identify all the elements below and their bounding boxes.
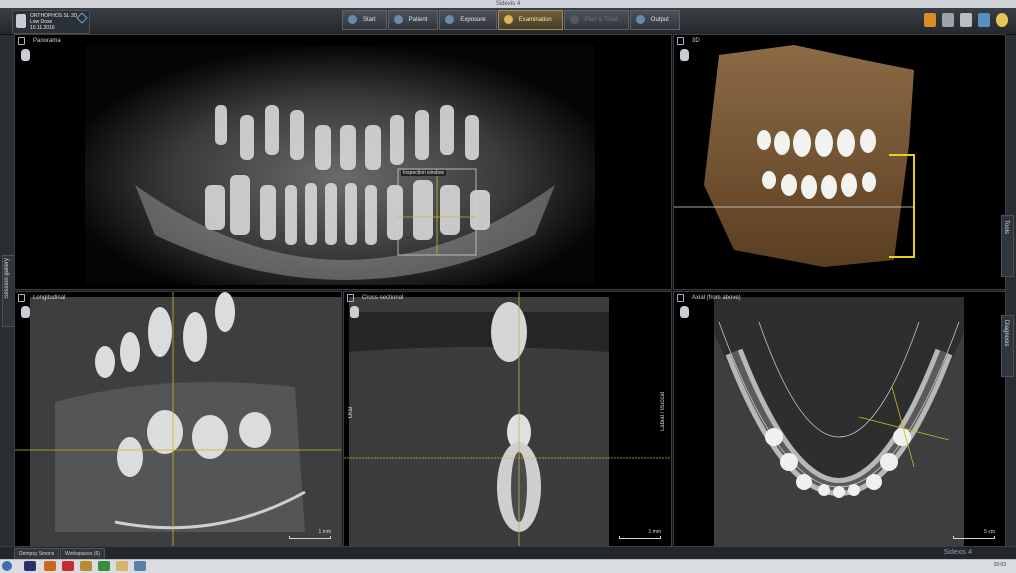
panel-menu-icon[interactable] — [677, 294, 684, 302]
3d-view[interactable]: 3D — [673, 34, 1006, 290]
taskbar-app-icon[interactable] — [134, 561, 146, 571]
longitudinal-image — [15, 292, 341, 547]
patient-icon — [393, 15, 403, 24]
taskbar-app-icon[interactable] — [98, 561, 110, 571]
taskbar-app-icon[interactable] — [116, 561, 128, 571]
3d-render — [674, 45, 915, 267]
start-icon — [348, 15, 357, 24]
toolbar-actions — [924, 13, 1008, 27]
scale-label: 1 mm — [648, 529, 662, 535]
head-orientation-icon — [680, 49, 689, 61]
panorama-view[interactable]: Panorama Inspection window — [14, 34, 672, 290]
panel-title-3d: 3D — [692, 38, 700, 44]
workflow-step-label: Output — [650, 17, 669, 23]
windows-start-icon[interactable] — [2, 561, 12, 571]
workflow-step-label: Plan & Treat — [584, 17, 618, 23]
window-title: Sidexis 4 — [0, 0, 1016, 8]
trash-icon[interactable] — [960, 13, 972, 27]
brand-label: Sidexis 4 — [943, 549, 972, 556]
clock: 15:03 — [993, 562, 1006, 568]
examination-icon — [503, 15, 513, 24]
cross-sectional-image — [344, 292, 671, 547]
os-taskbar: 15:03 — [0, 559, 1016, 573]
panel-title-panorama: Panorama — [33, 38, 61, 44]
taskbar-app-icon[interactable] — [62, 561, 74, 571]
inspection-window-label: Inspection window — [401, 170, 446, 176]
patient-card[interactable]: ORTHOPHOS SL 3D Low Dose 10.11.2016 — [12, 10, 90, 34]
head-orientation-icon — [21, 306, 30, 318]
patient-avatar-icon — [16, 14, 26, 28]
panel-title-cross-sectional: Cross-sectional — [362, 295, 404, 301]
monitor-icon[interactable] — [978, 13, 990, 27]
taskbar-app-icon[interactable] — [80, 561, 92, 571]
plan-icon — [569, 15, 579, 24]
pin-icon[interactable] — [76, 12, 88, 24]
workflow-step-label: Examination — [518, 17, 552, 23]
taskbar-app-icon[interactable] — [24, 561, 36, 571]
tools-icon[interactable] — [942, 13, 954, 27]
workflow-step-label: Start — [363, 17, 376, 23]
axial-image — [714, 297, 964, 547]
tools-tab[interactable]: Tools — [1001, 215, 1014, 277]
workflow-step-plan-treat[interactable]: Plan & Treat — [563, 10, 629, 30]
patient-line-3: 10.11.2016 — [30, 25, 55, 31]
scale-bar: 1 mm — [619, 529, 661, 539]
workflow-step-start[interactable]: Start — [342, 10, 387, 30]
panorama-image — [85, 45, 595, 285]
output-icon — [635, 15, 645, 24]
panel-title-axial: Axial (from above) — [692, 295, 741, 301]
main-toolbar: ORTHOPHOS SL 3D Low Dose 10.11.2016 Star… — [0, 8, 1016, 35]
panel-menu-icon[interactable] — [18, 294, 25, 302]
labial-buccal-label: Labial / Buccal — [660, 392, 666, 432]
status-bar: Dempsy Smons Workspaces (6) Sidexis 4 — [0, 546, 1016, 560]
panel-title-longitudinal: Longitudinal — [33, 295, 66, 301]
scale-bar: 1 mm — [289, 529, 331, 539]
workflow-step-examination[interactable]: Examination — [497, 10, 563, 30]
workflow-step-label: Exposure — [460, 17, 486, 23]
workflow-step-label: Patient — [408, 17, 428, 23]
head-orientation-icon — [680, 306, 689, 318]
workflow-step-exposure[interactable]: Exposure — [439, 10, 497, 30]
scale-label: 5 cm — [984, 529, 995, 535]
oral-label: Oral — [348, 407, 354, 419]
panel-menu-icon[interactable] — [677, 37, 684, 45]
workflow-step-patient[interactable]: Patient — [387, 10, 439, 30]
cross-sectional-view[interactable]: Cross-sectional Oral Labial / Buccal 1 m… — [343, 291, 672, 548]
diagnosis-tab[interactable]: Diagnosis — [1001, 315, 1014, 377]
panel-menu-icon[interactable] — [18, 37, 25, 45]
taskbar-app-icon[interactable] — [44, 561, 56, 571]
exposure-icon — [445, 15, 455, 24]
scale-label: 1 mm — [318, 529, 332, 535]
session-gallery-label: Session gallery — [4, 258, 10, 299]
workspace: Panorama Inspection window 3D Longitudin… — [14, 34, 1006, 548]
workflow-step-output[interactable]: Output — [629, 10, 680, 30]
longitudinal-view[interactable]: Longitudinal 1 mm — [14, 291, 342, 548]
axial-view[interactable]: Axial (from above) 5 cm — [673, 291, 1006, 548]
head-orientation-icon — [21, 49, 30, 61]
tools-tab-label: Tools — [1003, 220, 1009, 235]
export-icon[interactable] — [924, 13, 936, 27]
patient-info: ORTHOPHOS SL 3D Low Dose 10.11.2016 — [30, 13, 77, 31]
head-orientation-icon — [350, 306, 359, 318]
workflow-steps: Start Patient Exposure Examination Plan … — [342, 10, 681, 30]
help-icon[interactable] — [996, 13, 1008, 27]
panel-menu-icon[interactable] — [347, 294, 354, 302]
diagnosis-tab-label: Diagnosis — [1003, 320, 1009, 347]
scale-bar: 5 cm — [953, 529, 995, 539]
